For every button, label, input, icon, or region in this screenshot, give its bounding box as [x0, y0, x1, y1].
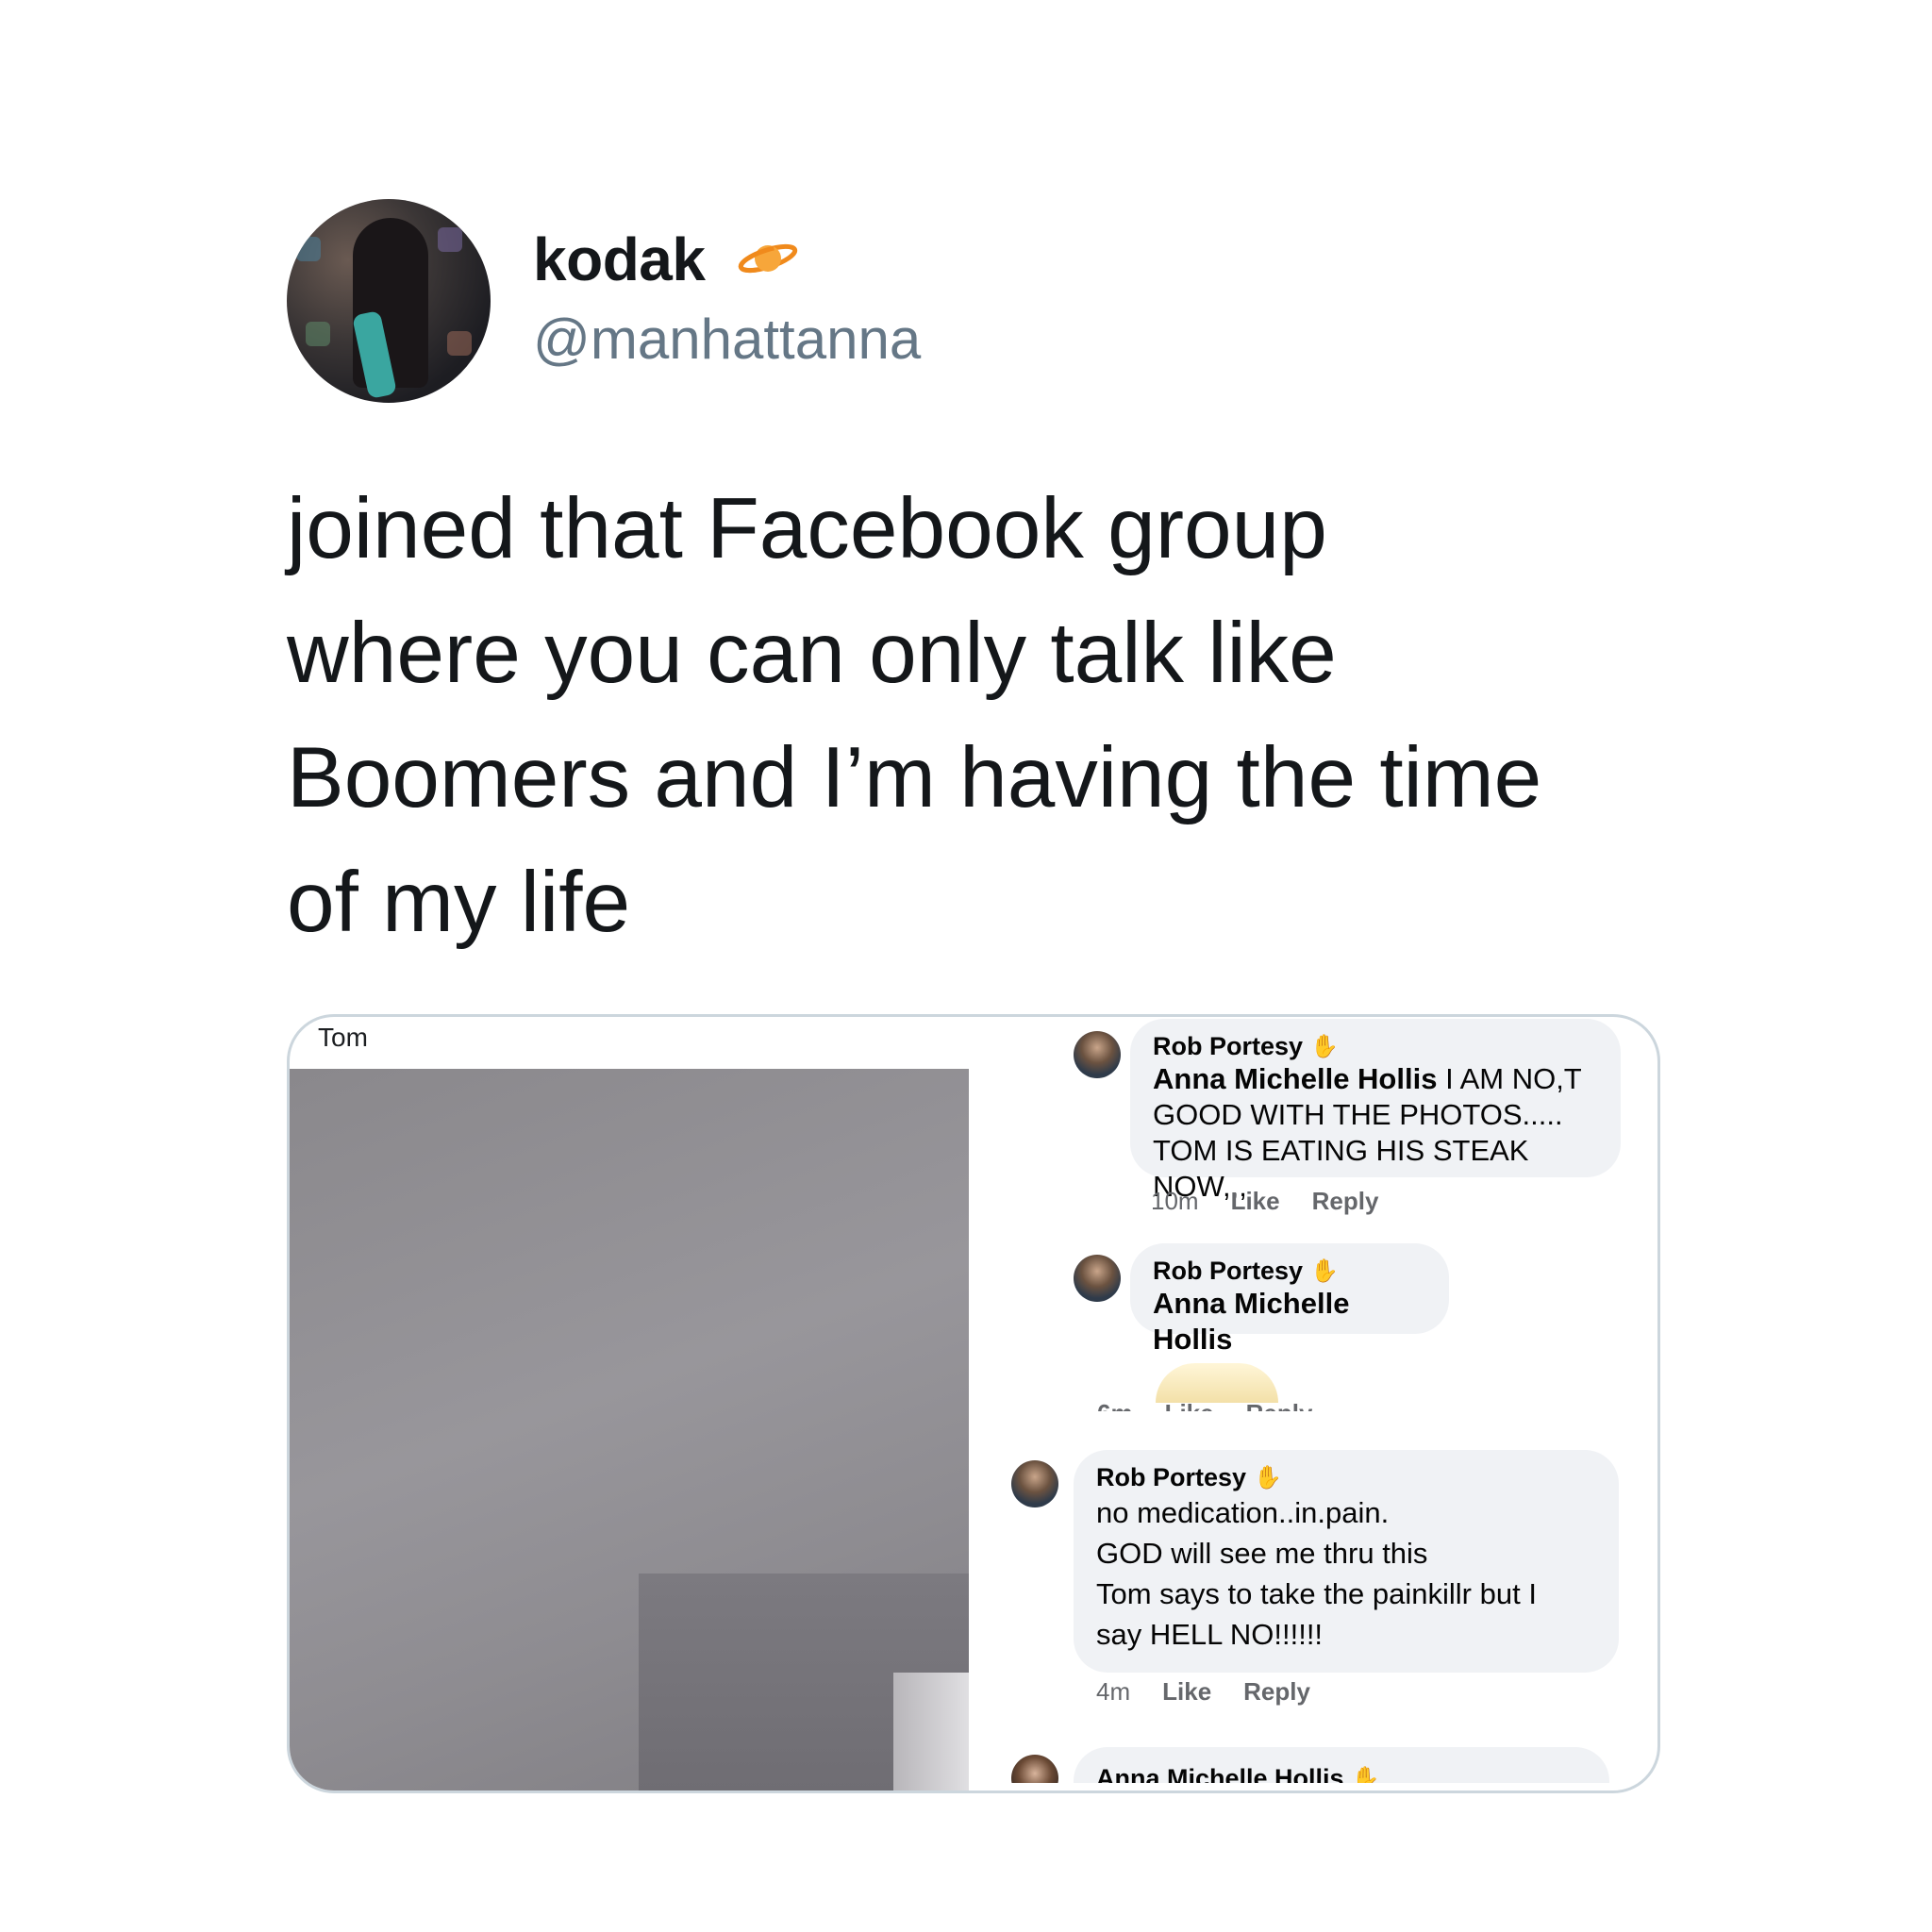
comment-author: Anna Michelle Hollis ✋ — [1096, 1764, 1587, 1783]
comment-line: say HELL NO!!!!!! — [1096, 1618, 1324, 1651]
commenter-avatar[interactable] — [1074, 1255, 1121, 1302]
profile-avatar[interactable] — [287, 199, 491, 403]
author-name[interactable]: Rob Portesy — [1096, 1463, 1246, 1492]
comment-text: no medication..in.pain. GOD will see me … — [1096, 1492, 1596, 1655]
shared-photo — [290, 1069, 969, 1790]
display-name[interactable]: kodak — [533, 225, 706, 294]
user-handle[interactable]: @manhattanna — [533, 307, 921, 372]
comment-time: 6m — [1097, 1394, 1133, 1411]
comment-author: Rob Portesy ✋ — [1153, 1032, 1598, 1061]
comment-actions: 6m Like Reply — [1097, 1394, 1312, 1411]
reply-button[interactable]: Reply — [1246, 1394, 1313, 1411]
reply-button[interactable]: Reply — [1312, 1187, 1379, 1216]
tweet-line: of my life — [287, 855, 631, 950]
like-button[interactable]: Like — [1231, 1187, 1280, 1216]
comment-time: 4m — [1096, 1677, 1131, 1706]
reply-button[interactable]: Reply — [1243, 1677, 1310, 1707]
author-name[interactable]: Anna Michelle Hollis — [1096, 1764, 1344, 1783]
tweet-text: joined that Facebook group where you can… — [287, 467, 1702, 965]
comment-actions: 4m Like Reply — [1096, 1677, 1310, 1707]
comment-actions: 10m Like Reply — [1151, 1187, 1378, 1216]
comment-line: GOOD WITH THE PHOTOS..... — [1153, 1098, 1563, 1131]
wave-icon: ✋ — [1351, 1766, 1380, 1783]
photo-caption: Tom — [318, 1023, 368, 1052]
commenter-avatar[interactable] — [1074, 1031, 1121, 1078]
comment-author: Rob Portesy ✋ — [1153, 1257, 1426, 1286]
comment-line: no medication..in.pain. — [1096, 1496, 1390, 1529]
author-name[interactable]: Rob Portesy — [1153, 1257, 1303, 1286]
tweet-line: joined that Facebook group — [287, 481, 1327, 576]
tweet-line: Boomers and I’m having the time — [287, 730, 1542, 825]
comment-bubble: Rob Portesy ✋ Anna Michelle Hollis — [1130, 1243, 1449, 1356]
like-button[interactable]: Like — [1162, 1677, 1211, 1707]
wave-icon: ✋ — [1310, 1034, 1339, 1059]
planet-icon — [738, 243, 798, 274]
comment-text: Anna Michelle Hollis — [1153, 1286, 1426, 1357]
commenter-avatar[interactable] — [1011, 1755, 1058, 1783]
mention-link[interactable]: Anna Michelle Hollis — [1153, 1062, 1437, 1095]
wave-icon: ✋ — [1310, 1258, 1339, 1284]
like-button[interactable]: Like — [1165, 1394, 1214, 1411]
commenter-avatar[interactable] — [1011, 1460, 1058, 1507]
comment-bubble: Anna Michelle Hollis ✋ — [1074, 1747, 1609, 1783]
comment-bubble: Rob Portesy ✋ no medication..in.pain. GO… — [1074, 1450, 1619, 1673]
author-name[interactable]: Rob Portesy — [1153, 1032, 1303, 1061]
comment-line: Tom says to take the painkillr but I — [1096, 1577, 1537, 1610]
mention-link[interactable]: Anna Michelle Hollis — [1153, 1287, 1349, 1356]
comment-time: 10m — [1151, 1187, 1199, 1215]
cut-comment-row: Anna Michelle Hollis ✋ — [1011, 1747, 1653, 1783]
wave-icon: ✋ — [1254, 1465, 1282, 1491]
tweet-line: where you can only talk like — [287, 606, 1337, 701]
comment-line: GOD will see me thru this — [1096, 1537, 1428, 1570]
comment-bubble: Rob Portesy ✋ Anna Michelle Hollis I AM … — [1130, 1019, 1621, 1203]
comment-text: Anna Michelle Hollis I AM NO,T GOOD WITH… — [1153, 1061, 1598, 1205]
comment-author: Rob Portesy ✋ — [1096, 1463, 1596, 1492]
comment-line: I AM NO,T — [1437, 1062, 1582, 1095]
